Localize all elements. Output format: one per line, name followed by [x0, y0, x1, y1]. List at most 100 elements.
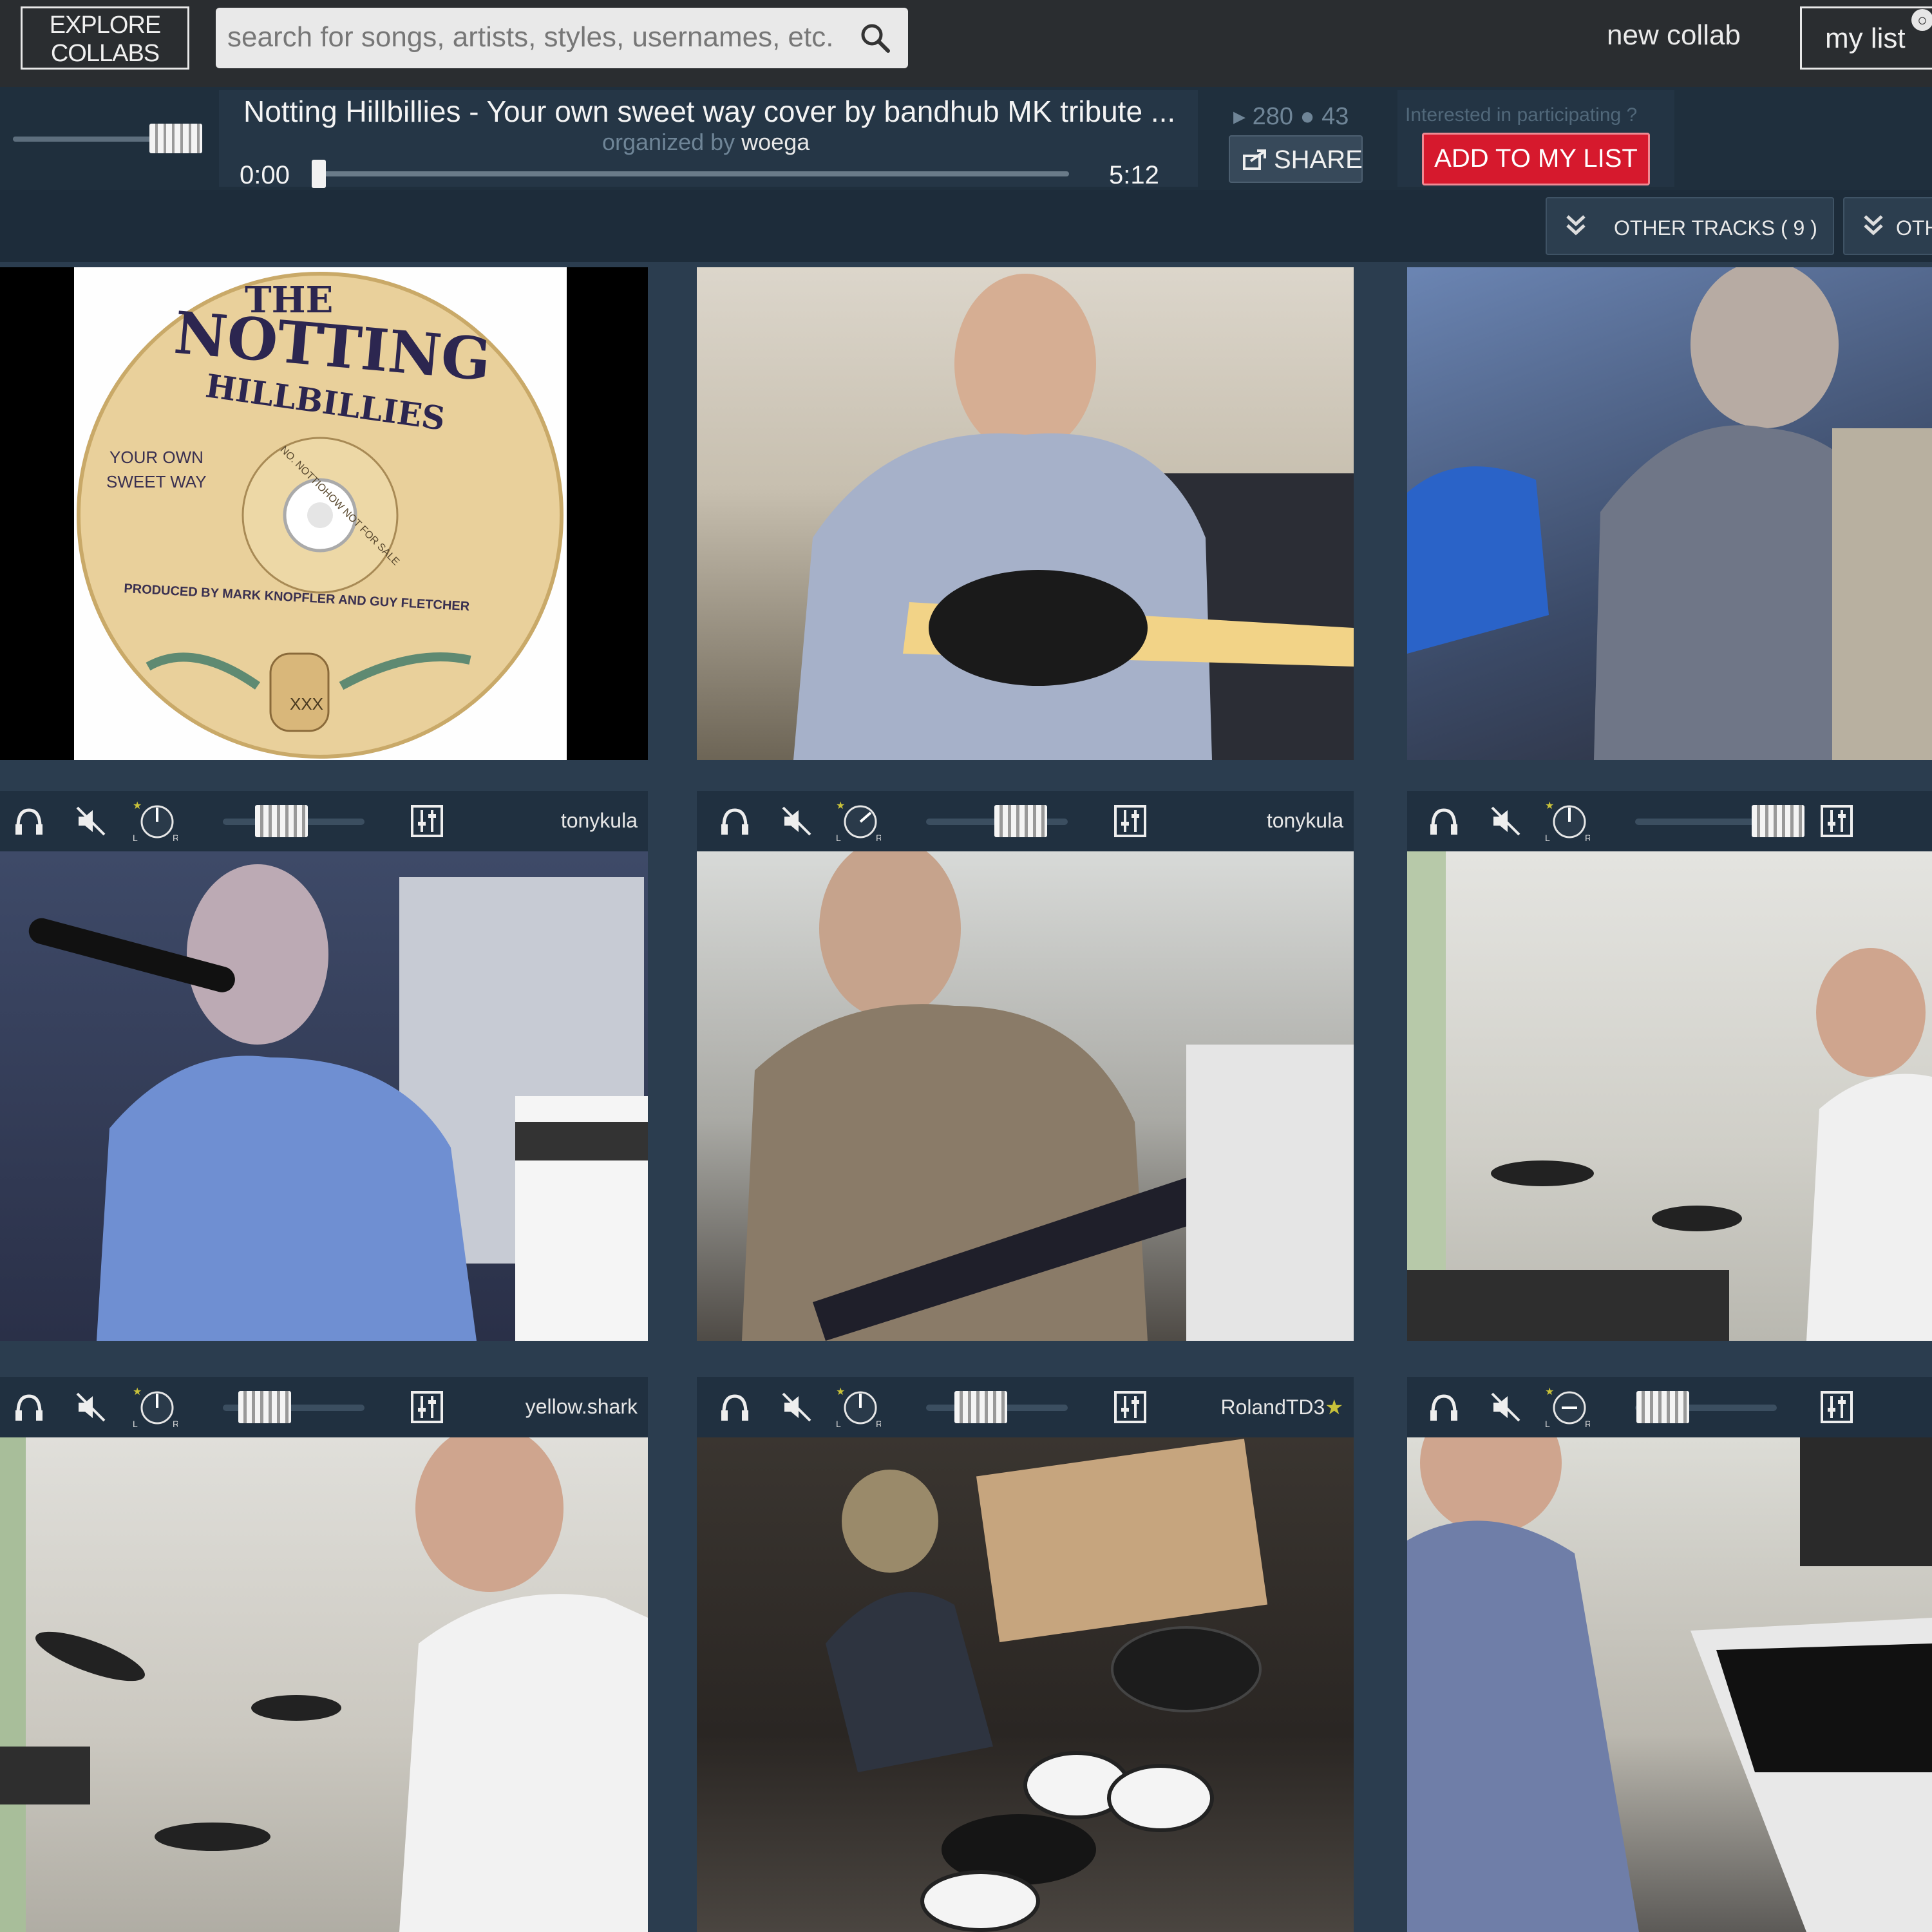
new-collab-link[interactable]: new collab [1607, 19, 1741, 52]
pan-knob[interactable]: ★ L R [836, 1387, 881, 1428]
video-tile[interactable] [697, 1437, 1354, 1932]
svg-text:★: ★ [1545, 801, 1554, 811]
search-icon[interactable] [859, 22, 891, 54]
pan-knob[interactable]: ★ L R [1545, 1387, 1590, 1428]
mute-icon[interactable] [1488, 1390, 1523, 1425]
svg-text:R: R [173, 1419, 178, 1428]
svg-text:L: L [133, 833, 138, 842]
other-button-2[interactable]: OTH [1843, 197, 1932, 255]
play-count: 280 [1252, 103, 1294, 130]
master-volume-handle[interactable] [149, 124, 202, 153]
search-input[interactable] [226, 15, 847, 59]
mute-icon[interactable] [73, 804, 108, 838]
mixer-settings-icon[interactable] [1819, 1390, 1854, 1425]
volume-fader-handle[interactable] [238, 1391, 291, 1423]
volume-fader-handle[interactable] [255, 805, 308, 837]
mixer-settings-icon[interactable] [410, 804, 444, 838]
track-title[interactable]: Notting Hillbillies - Your own sweet way… [243, 94, 1175, 129]
mute-icon[interactable] [73, 1390, 108, 1425]
svg-text:L: L [1545, 833, 1550, 842]
video-tile[interactable] [697, 267, 1354, 760]
svg-text:L: L [133, 1419, 138, 1428]
svg-text:R: R [1585, 1419, 1590, 1428]
svg-text:★: ★ [836, 1387, 845, 1397]
track-controls: ★ L R [1407, 1377, 1932, 1437]
svg-text:R: R [173, 833, 178, 842]
video-tile[interactable] [697, 851, 1354, 1341]
volume-fader-handle[interactable] [994, 805, 1047, 837]
headphones-icon[interactable] [1426, 1390, 1461, 1425]
svg-text:L: L [1545, 1419, 1550, 1428]
mixer-settings-icon[interactable] [1113, 804, 1148, 838]
add-to-my-list-button[interactable]: ADD TO MY LIST [1422, 133, 1650, 185]
mixer-settings-icon[interactable] [410, 1390, 444, 1425]
search-box [216, 8, 908, 68]
track-controls: ★ L R RolandTD3★ [697, 1377, 1354, 1437]
video-tile[interactable] [1407, 267, 1932, 760]
video-frame-singer-with-mic [28, 864, 648, 1341]
my-list-badge: ○ [1911, 9, 1932, 31]
comment-count-icon: ● [1300, 103, 1315, 130]
mixer-settings-icon[interactable] [1113, 1390, 1148, 1425]
track-username[interactable]: tonykula [561, 809, 638, 833]
video-frame-drummer-e-kit [1407, 851, 1932, 1341]
video-tile[interactable] [0, 1437, 648, 1932]
organizer-username[interactable]: woega [741, 129, 810, 155]
share-button[interactable]: SHARE [1229, 135, 1363, 183]
progress-track[interactable] [316, 171, 1069, 176]
video-tile[interactable] [1407, 851, 1932, 1341]
svg-text:★: ★ [133, 1387, 142, 1397]
mute-icon[interactable] [779, 804, 814, 838]
time-total: 5:12 [1109, 161, 1159, 189]
headphones-icon[interactable] [717, 804, 752, 838]
explore-collabs-button[interactable]: EXPLORE COLLABS [21, 6, 189, 70]
svg-text:★: ★ [836, 801, 845, 811]
pan-knob[interactable]: ★ L R [1545, 801, 1590, 842]
mixer-settings-icon[interactable] [1819, 804, 1854, 838]
star-icon: ★ [1325, 1396, 1343, 1419]
svg-text:L: L [836, 833, 841, 842]
video-tile[interactable] [1407, 1437, 1932, 1932]
video-frame-bass-player [742, 851, 1354, 1341]
explore-label-line2: COLLABS [50, 40, 160, 67]
album-song-line2: SWEET WAY [106, 472, 207, 491]
pan-knob[interactable]: ★ L R [133, 801, 178, 842]
volume-fader-handle[interactable] [1752, 805, 1804, 837]
track-username[interactable]: tonykula [1267, 809, 1343, 833]
svg-text:★: ★ [133, 801, 142, 811]
progress-handle[interactable] [312, 160, 326, 188]
track-username-text[interactable]: RolandTD3 [1220, 1396, 1325, 1419]
share-label: SHARE [1274, 146, 1363, 174]
album-art-tile[interactable]: THE NOTTING HILLBILLIES YOUR OWN SWEET W… [0, 267, 648, 760]
stats: ▸ 280 ● 43 [1233, 102, 1349, 131]
headphones-icon[interactable] [1426, 804, 1461, 838]
pan-knob[interactable]: ★ L R [836, 801, 881, 842]
album-jug-label: XXX [290, 694, 324, 714]
pan-knob[interactable]: ★ L R [133, 1387, 178, 1428]
volume-fader-handle[interactable] [954, 1391, 1007, 1423]
headphones-icon[interactable] [12, 804, 46, 838]
track-username[interactable]: yellow.shark [526, 1395, 638, 1419]
track-controls: ★ L R tonykula [0, 791, 648, 851]
other-tracks-button[interactable]: OTHER TRACKS ( 9 ) [1546, 197, 1834, 255]
play-count-icon: ▸ [1233, 103, 1246, 130]
video-frame-singer-at-keyboard [1407, 267, 1932, 760]
volume-fader-handle[interactable] [1636, 1391, 1689, 1423]
mute-icon[interactable] [779, 1390, 814, 1425]
video-frame-bass-guitar-player [793, 274, 1354, 760]
svg-text:R: R [1585, 833, 1590, 842]
comment-count: 43 [1321, 103, 1349, 130]
organizer-line: organized by woega [602, 129, 810, 156]
headphones-icon[interactable] [12, 1390, 46, 1425]
headphones-icon[interactable] [717, 1390, 752, 1425]
interested-text: Interested in participating ? [1405, 104, 1638, 126]
explore-label-line1: EXPLORE [49, 12, 162, 39]
master-volume-track[interactable] [13, 137, 155, 142]
video-tile[interactable] [0, 851, 648, 1341]
svg-text:L: L [836, 1419, 841, 1428]
share-icon [1243, 149, 1266, 170]
album-song-line1: YOUR OWN [109, 448, 204, 467]
other-label-2: OTH [1896, 216, 1932, 240]
svg-text:R: R [876, 833, 881, 842]
mute-icon[interactable] [1488, 804, 1523, 838]
